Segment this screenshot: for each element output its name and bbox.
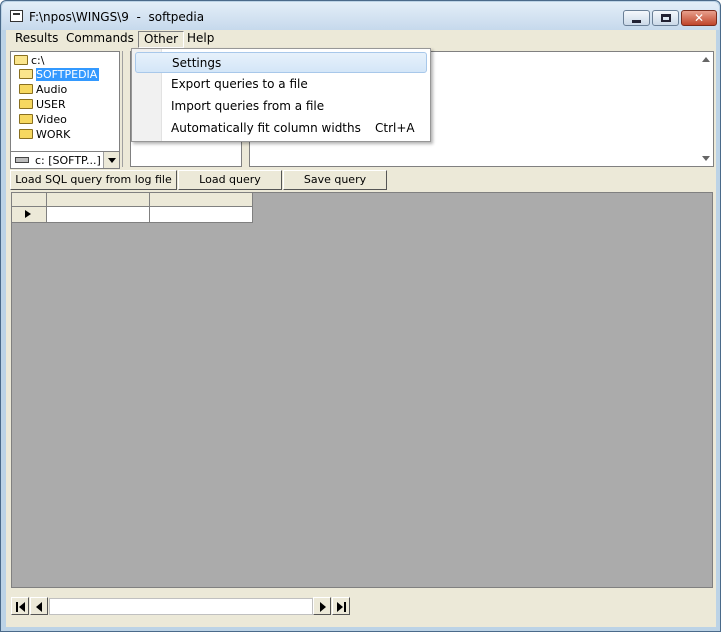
menu-commands[interactable]: Commands xyxy=(61,31,139,48)
menu-item-label: Import queries from a file xyxy=(171,99,325,113)
folder-icon xyxy=(19,114,33,124)
tree-item-work[interactable]: WORK xyxy=(19,128,70,142)
first-arrow-icon xyxy=(19,602,25,612)
tree-item-softpedia[interactable]: SOFTPEDIA xyxy=(19,68,100,82)
first-record-button[interactable] xyxy=(11,597,29,615)
drive-icon xyxy=(15,157,29,163)
maximize-button[interactable] xyxy=(652,10,679,26)
pane-splitter[interactable] xyxy=(122,51,128,167)
menu-other[interactable]: Other xyxy=(138,31,185,48)
last-arrow-icon xyxy=(337,602,343,612)
folder-icon xyxy=(19,84,33,94)
save-query-button[interactable]: Save query xyxy=(283,170,387,190)
tree-item-label: c:\ xyxy=(31,54,45,67)
load-query-button[interactable]: Load query xyxy=(178,170,282,190)
close-button[interactable]: ✕ xyxy=(681,10,717,26)
tree-item-user[interactable]: USER xyxy=(19,98,66,112)
next-icon xyxy=(320,602,326,612)
query-scrollbar[interactable] xyxy=(699,52,713,166)
scroll-down-icon[interactable] xyxy=(702,156,710,161)
drive-select-value: c: [SOFTP...] xyxy=(35,154,101,167)
menu-item-export-queries[interactable]: Export queries to a file xyxy=(135,74,427,95)
menu-help[interactable]: Help xyxy=(182,31,219,48)
current-row-icon xyxy=(25,210,31,218)
prev-record-button[interactable] xyxy=(30,597,48,615)
record-scroll-track[interactable] xyxy=(49,598,313,615)
chevron-down-icon xyxy=(107,157,116,163)
folder-open-icon xyxy=(19,69,33,79)
last-record-button[interactable] xyxy=(332,597,350,615)
menu-item-shortcut: Ctrl+A xyxy=(375,121,415,135)
load-log-query-button[interactable]: Load SQL query from log file xyxy=(10,170,177,190)
menu-bar: Results Commands Other Help xyxy=(6,30,716,49)
app-window: F:\npos\WINGS\9 - softpedia ✕ Results Co… xyxy=(0,0,721,632)
grid-corner xyxy=(12,193,47,207)
last-icon xyxy=(344,602,346,612)
first-icon xyxy=(16,602,18,612)
app-icon xyxy=(10,10,23,22)
row-indicator[interactable] xyxy=(12,207,47,223)
next-record-button[interactable] xyxy=(313,597,331,615)
menu-item-import-queries[interactable]: Import queries from a file xyxy=(135,96,427,117)
tree-item-label: SOFTPEDIA xyxy=(36,68,100,81)
close-icon: ✕ xyxy=(693,11,705,25)
menu-item-label: Export queries to a file xyxy=(171,77,308,91)
minimize-icon xyxy=(632,19,641,23)
minimize-button[interactable] xyxy=(623,10,650,26)
tree-item-label: Video xyxy=(36,113,67,126)
menu-results[interactable]: Results xyxy=(10,31,63,48)
drive-select[interactable]: c: [SOFTP...] xyxy=(10,151,120,169)
column-header[interactable] xyxy=(47,193,150,207)
folder-icon xyxy=(19,99,33,109)
folder-icon xyxy=(19,129,33,139)
column-header[interactable] xyxy=(150,193,253,207)
prev-icon xyxy=(36,602,42,612)
tree-item-video[interactable]: Video xyxy=(19,113,67,127)
window-title: F:\npos\WINGS\9 - softpedia xyxy=(29,10,205,24)
menu-item-label: Settings xyxy=(172,56,222,70)
menu-item-settings[interactable]: Settings xyxy=(135,52,427,73)
scroll-up-icon[interactable] xyxy=(702,57,710,62)
grid-cell[interactable] xyxy=(47,207,150,223)
other-menu-dropdown: Settings Export queries to a file Import… xyxy=(131,48,431,142)
results-grid[interactable] xyxy=(11,192,713,588)
folder-tree[interactable]: c:\ SOFTPEDIA Audio USER Video WORK xyxy=(10,51,120,167)
menu-item-autofit-columns[interactable]: Automatically fit column widths Ctrl+A xyxy=(135,118,427,139)
tree-item-label: Audio xyxy=(36,83,68,96)
grid-cell[interactable] xyxy=(150,207,253,223)
tree-item-label: USER xyxy=(36,98,66,111)
tree-item-audio[interactable]: Audio xyxy=(19,83,67,97)
drive-dropdown-button[interactable] xyxy=(103,152,119,168)
title-bar[interactable]: F:\npos\WINGS\9 - softpedia ✕ xyxy=(2,2,719,30)
maximize-icon xyxy=(660,14,671,22)
tree-item-label: WORK xyxy=(36,128,71,141)
tree-item-root[interactable]: c:\ xyxy=(14,54,44,68)
folder-open-icon xyxy=(14,55,28,65)
record-navigator xyxy=(11,597,351,616)
menu-item-label: Automatically fit column widths xyxy=(171,121,361,135)
